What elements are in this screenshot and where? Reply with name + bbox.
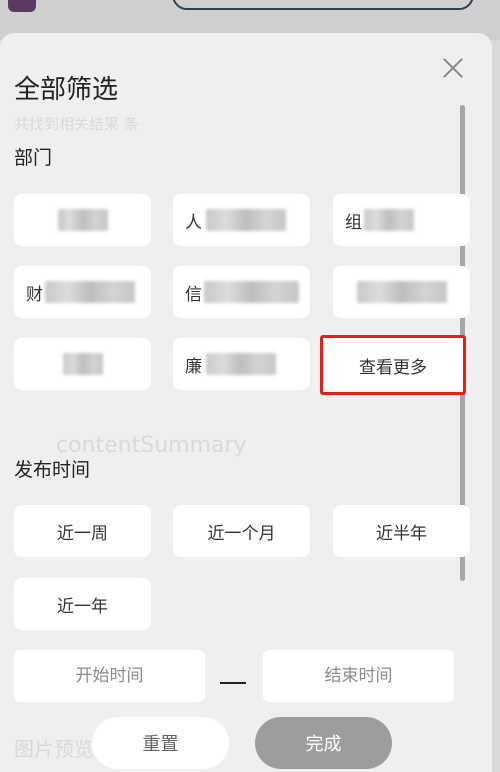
ghost-result-count: 共找到相关结果 条 xyxy=(14,115,139,133)
department-chip[interactable]: 组 xyxy=(333,194,470,246)
time-option-month[interactable]: 近一个月 xyxy=(173,505,310,557)
ghost-image-preview: 图片预览 xyxy=(14,737,94,761)
filter-sheet: 共找到相关结果 条 contentSummary 图片预览 全部筛选 部门 人 … xyxy=(0,33,492,772)
close-icon[interactable] xyxy=(440,55,466,81)
end-time-input[interactable] xyxy=(263,650,454,702)
redacted-text xyxy=(206,353,276,375)
done-button[interactable]: 完成 xyxy=(255,717,392,769)
redacted-text xyxy=(57,209,108,231)
department-chip[interactable]: 人 xyxy=(173,194,310,246)
page-title: 全部筛选 xyxy=(14,75,119,105)
redacted-text xyxy=(204,281,299,303)
time-option-half-year[interactable]: 近半年 xyxy=(333,505,470,557)
start-time-input[interactable] xyxy=(14,650,205,702)
department-chip[interactable]: 财 xyxy=(14,266,151,318)
department-chip-label: 信 xyxy=(185,284,202,305)
view-more-button[interactable]: 查看更多 xyxy=(320,335,466,395)
app-logo xyxy=(8,0,36,12)
redacted-text xyxy=(356,281,447,303)
redacted-text xyxy=(62,353,103,375)
date-range-separator xyxy=(220,682,246,684)
department-chip-label: 人 xyxy=(185,212,202,233)
department-chip[interactable]: 信 xyxy=(173,266,310,318)
department-chip[interactable] xyxy=(333,266,470,318)
department-chip[interactable] xyxy=(14,338,151,390)
time-option-week[interactable]: 近一周 xyxy=(14,505,151,557)
department-chip-label: 财 xyxy=(26,284,43,305)
background-search-box xyxy=(172,0,474,10)
redacted-text xyxy=(364,209,414,231)
redacted-text xyxy=(206,209,286,231)
department-chip-label: 组 xyxy=(345,212,362,233)
department-chip[interactable] xyxy=(14,194,151,246)
redacted-text xyxy=(45,281,135,303)
department-chip[interactable]: 廉 xyxy=(173,338,310,390)
publish-time-label: 发布时间 xyxy=(14,459,91,481)
reset-button[interactable]: 重置 xyxy=(92,717,229,769)
department-chip-label: 廉 xyxy=(185,356,202,377)
department-label: 部门 xyxy=(14,147,53,169)
time-option-year[interactable]: 近一年 xyxy=(14,578,151,630)
